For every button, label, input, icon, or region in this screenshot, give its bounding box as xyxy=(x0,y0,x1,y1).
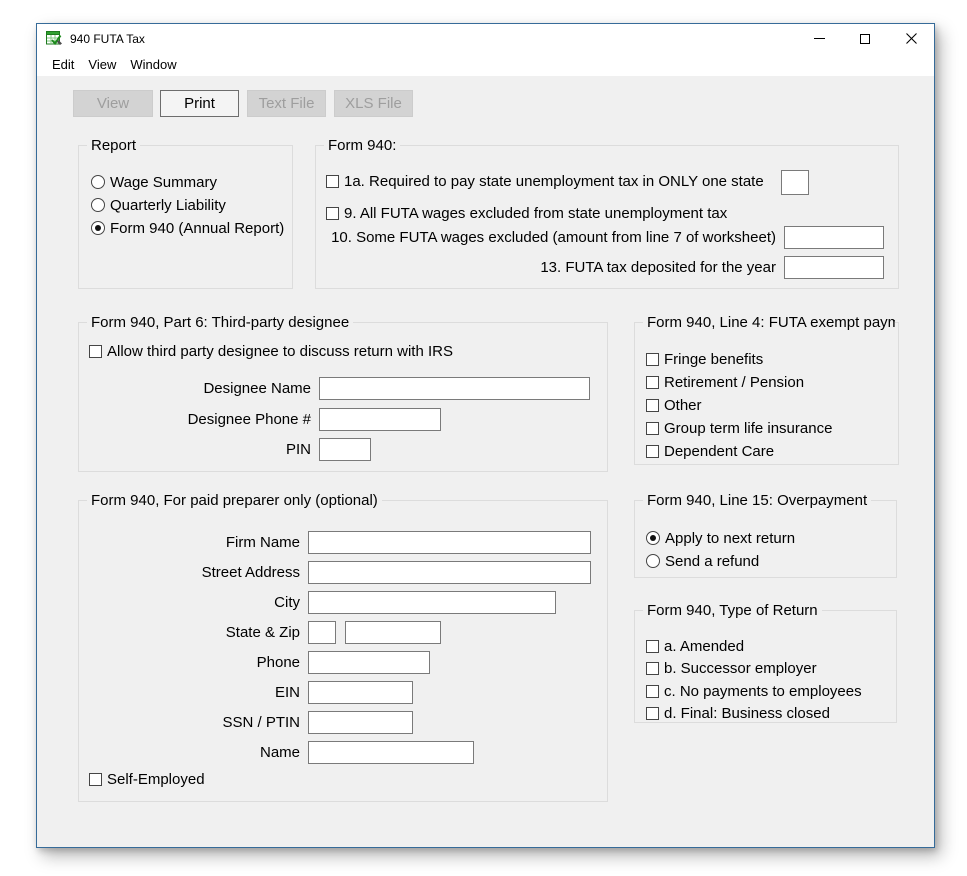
menu-item-edit[interactable]: Edit xyxy=(45,55,81,74)
checkbox xyxy=(646,707,659,720)
checkbox xyxy=(646,376,659,389)
checkbox-row-group-term-life[interactable]: Group term life insurance xyxy=(646,418,832,438)
designee-phone-label: Designee Phone # xyxy=(79,408,311,431)
title-bar[interactable]: 940 FUTA Tax xyxy=(37,24,934,53)
part6-group: Form 940, Part 6: Third-party designee A… xyxy=(78,322,608,472)
line15-group-caption: Form 940, Line 15: Overpayment xyxy=(643,491,871,510)
checkbox xyxy=(646,422,659,435)
radio-unchecked xyxy=(91,198,105,212)
maximize-icon xyxy=(860,34,870,44)
ein-label: EIN xyxy=(79,681,300,704)
xls-file-button[interactable]: XLS File xyxy=(334,90,413,117)
close-icon xyxy=(906,33,917,44)
checkbox-row-line1a[interactable]: 1a. Required to pay state unemployment t… xyxy=(326,171,764,191)
minimize-button[interactable] xyxy=(796,24,842,53)
pin-input[interactable] xyxy=(319,438,371,461)
checkbox xyxy=(646,353,659,366)
preparer-group: Form 940, For paid preparer only (option… xyxy=(78,500,608,802)
close-button[interactable] xyxy=(888,24,934,53)
street-address-input[interactable] xyxy=(308,561,591,584)
checkbox xyxy=(646,662,659,675)
checkbox xyxy=(646,445,659,458)
checkbox xyxy=(326,175,339,188)
line4-group: Form 940, Line 4: FUTA exempt payme Frin… xyxy=(634,322,899,465)
state-zip-label: State & Zip xyxy=(79,621,300,644)
report-group: Report Wage Summary Quarterly Liability … xyxy=(78,145,293,289)
radio-row-send-a-refund[interactable]: Send a refund xyxy=(646,551,759,571)
radio-checked xyxy=(91,221,105,235)
ssn-ptin-label: SSN / PTIN xyxy=(79,711,300,734)
checkbox xyxy=(646,685,659,698)
radio-unchecked xyxy=(91,175,105,189)
app-window: 940 FUTA Tax Edit View Window View Print xyxy=(36,23,935,848)
zip-input[interactable] xyxy=(345,621,441,644)
checkbox-row-final-business-closed[interactable]: d. Final: Business closed xyxy=(646,703,830,723)
form940-group-caption: Form 940: xyxy=(324,136,400,155)
designee-name-input[interactable] xyxy=(319,377,590,400)
menu-bar: Edit View Window xyxy=(37,53,934,76)
checkbox xyxy=(89,773,102,786)
checkbox-row-dependent-care[interactable]: Dependent Care xyxy=(646,441,774,461)
radio-unchecked xyxy=(646,554,660,568)
state-input[interactable] xyxy=(308,621,336,644)
line1a-state-input[interactable] xyxy=(781,170,809,195)
part6-group-caption: Form 940, Part 6: Third-party designee xyxy=(87,313,353,332)
preparer-name-input[interactable] xyxy=(308,741,474,764)
checkbox-row-no-payments[interactable]: c. No payments to employees xyxy=(646,681,862,701)
checkbox-row-allow-designee[interactable]: Allow third party designee to discuss re… xyxy=(89,341,453,361)
menu-item-window[interactable]: Window xyxy=(123,55,183,74)
line10-label: 10. Some FUTA wages excluded (amount fro… xyxy=(316,226,776,249)
checkbox-row-amended[interactable]: a. Amended xyxy=(646,636,744,656)
minimize-icon xyxy=(814,38,825,39)
preparer-group-caption: Form 940, For paid preparer only (option… xyxy=(87,491,382,510)
line13-label: 13. FUTA tax deposited for the year xyxy=(316,256,776,279)
checkbox xyxy=(89,345,102,358)
print-button[interactable]: Print xyxy=(160,90,239,117)
window-controls xyxy=(796,24,934,53)
checkbox-row-retirement-pension[interactable]: Retirement / Pension xyxy=(646,372,804,392)
radio-row-wage-summary[interactable]: Wage Summary xyxy=(91,172,217,192)
menu-item-view[interactable]: View xyxy=(81,55,123,74)
form940-group: Form 940: 1a. Required to pay state unem… xyxy=(315,145,899,289)
report-group-caption: Report xyxy=(87,136,140,155)
checkbox xyxy=(646,399,659,412)
checkbox-row-line9[interactable]: 9. All FUTA wages excluded from state un… xyxy=(326,203,727,223)
text-file-button[interactable]: Text File xyxy=(247,90,326,117)
window-title: 940 FUTA Tax xyxy=(70,32,145,46)
pin-label: PIN xyxy=(79,438,311,461)
radio-row-apply-to-next-return[interactable]: Apply to next return xyxy=(646,528,795,548)
ssn-ptin-input[interactable] xyxy=(308,711,413,734)
preparer-phone-label: Phone xyxy=(79,651,300,674)
radio-checked xyxy=(646,531,660,545)
checkbox-row-self-employed[interactable]: Self-Employed xyxy=(89,769,205,789)
line4-group-caption: Form 940, Line 4: FUTA exempt payme xyxy=(643,313,895,332)
maximize-button[interactable] xyxy=(842,24,888,53)
type-of-return-group: Form 940, Type of Return a. Amended b. S… xyxy=(634,610,897,723)
checkbox xyxy=(326,207,339,220)
checkbox-row-other[interactable]: Other xyxy=(646,395,702,415)
ein-input[interactable] xyxy=(308,681,413,704)
checkbox-row-successor-employer[interactable]: b. Successor employer xyxy=(646,658,817,678)
city-label: City xyxy=(79,591,300,614)
preparer-phone-input[interactable] xyxy=(308,651,430,674)
firm-name-input[interactable] xyxy=(308,531,591,554)
preparer-name-label: Name xyxy=(79,741,300,764)
checkbox xyxy=(646,640,659,653)
street-address-label: Street Address xyxy=(79,561,300,584)
checkbox-row-fringe-benefits[interactable]: Fringe benefits xyxy=(646,349,763,369)
city-input[interactable] xyxy=(308,591,556,614)
designee-name-label: Designee Name xyxy=(79,377,311,400)
line13-deposited-input[interactable] xyxy=(784,256,884,279)
type-group-caption: Form 940, Type of Return xyxy=(643,601,822,620)
line15-group: Form 940, Line 15: Overpayment Apply to … xyxy=(634,500,897,578)
firm-name-label: Firm Name xyxy=(79,531,300,554)
line10-amount-input[interactable] xyxy=(784,226,884,249)
radio-row-form-940-annual-report[interactable]: Form 940 (Annual Report) xyxy=(91,218,284,238)
view-button[interactable]: View xyxy=(73,90,153,117)
app-icon xyxy=(46,31,63,47)
designee-phone-input[interactable] xyxy=(319,408,441,431)
radio-row-quarterly-liability[interactable]: Quarterly Liability xyxy=(91,195,226,215)
content-area: View Print Text File XLS File Report Wag… xyxy=(37,76,934,847)
